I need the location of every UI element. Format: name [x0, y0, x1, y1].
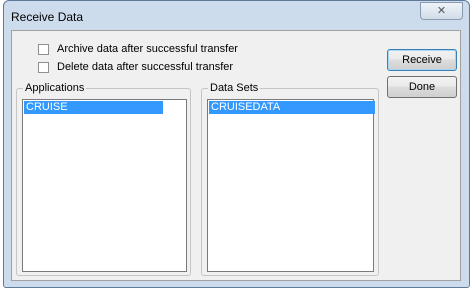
data-sets-list[interactable]: CRUISEDATA: [207, 99, 375, 272]
data-sets-group-label: Data Sets: [208, 82, 261, 95]
title-bar[interactable]: Receive Data ✕: [4, 1, 469, 29]
list-item-cruise[interactable]: CRUISE: [24, 101, 163, 114]
archive-checkbox[interactable]: [38, 43, 49, 55]
done-button[interactable]: Done: [387, 76, 457, 98]
applications-group: Applications CRUISE: [16, 82, 191, 276]
receive-button[interactable]: Receive: [387, 49, 457, 71]
close-icon: ✕: [436, 4, 447, 17]
close-button[interactable]: ✕: [420, 2, 463, 20]
data-sets-group: Data Sets CRUISEDATA: [201, 82, 379, 276]
delete-checkbox[interactable]: [38, 61, 49, 73]
delete-option[interactable]: Delete data after successful transfer: [38, 60, 233, 74]
applications-list[interactable]: CRUISE: [22, 99, 187, 272]
list-item-cruisedata[interactable]: CRUISEDATA: [209, 101, 375, 114]
dialog-client-area: Archive data after successful transfer D…: [11, 30, 461, 281]
archive-option[interactable]: Archive data after successful transfer: [38, 42, 238, 56]
receive-data-dialog: Receive Data ✕ Archive data after succes…: [3, 0, 470, 288]
applications-group-label: Applications: [23, 82, 87, 95]
window-title: Receive Data: [11, 10, 84, 24]
delete-label: Delete data after successful transfer: [57, 61, 234, 73]
archive-label: Archive data after successful transfer: [57, 43, 238, 55]
